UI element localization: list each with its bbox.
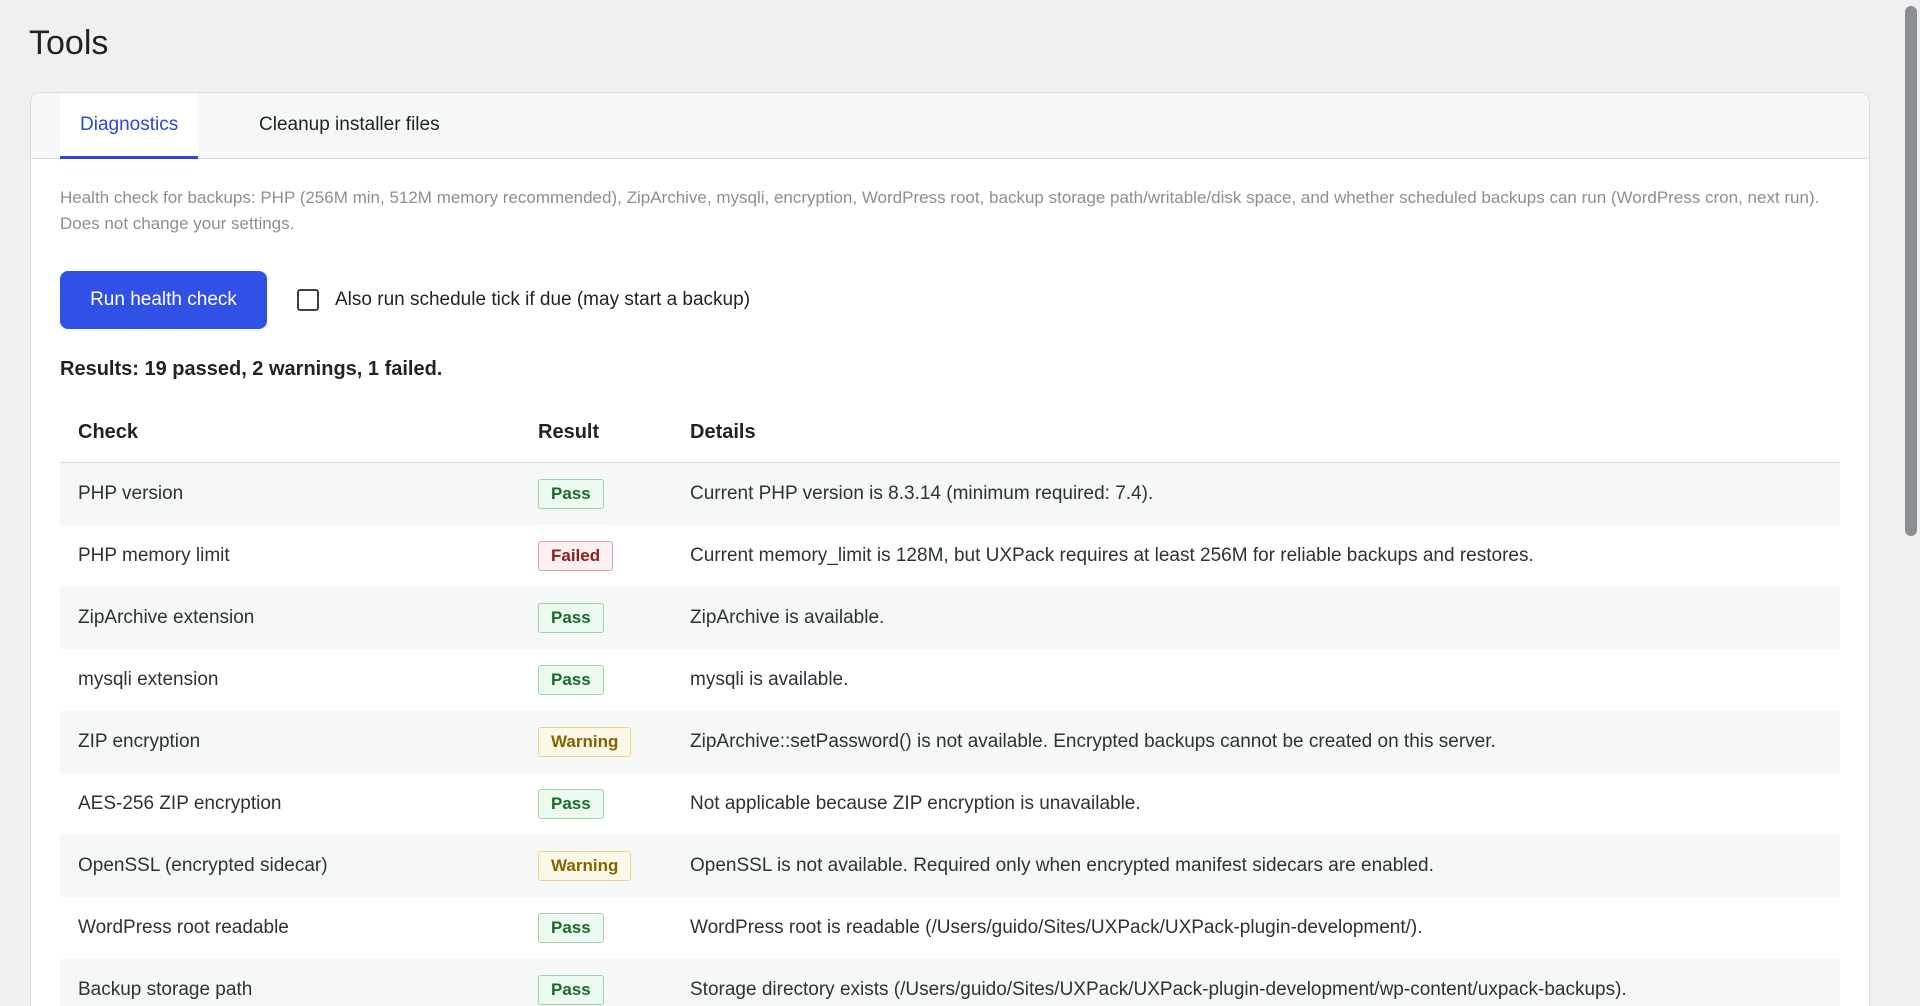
- table-row: OpenSSL (encrypted sidecar) Warning Open…: [60, 835, 1840, 897]
- row-details: OpenSSL is not available. Required only …: [690, 855, 1434, 876]
- row-check-name: WordPress root readable: [78, 917, 289, 938]
- table-row: WordPress root readable Pass WordPress r…: [60, 897, 1840, 959]
- status-badge: Pass: [538, 479, 604, 509]
- tab-diagnostics[interactable]: Diagnostics: [60, 93, 199, 159]
- row-check-name: PHP memory limit: [78, 545, 230, 566]
- table-row: ZipArchive extension Pass ZipArchive is …: [60, 587, 1840, 649]
- row-check-name: mysqli extension: [78, 669, 219, 690]
- tools-page: Tools Diagnostics Cleanup installer file…: [0, 0, 1920, 1006]
- tools-card: Diagnostics Cleanup installer files Heal…: [30, 92, 1870, 1006]
- schedule-tick-option[interactable]: Also run schedule tick if due (may start…: [297, 286, 750, 314]
- status-badge: Pass: [538, 913, 604, 943]
- table-row: PHP version Pass Current PHP version is …: [60, 463, 1840, 525]
- table-row: AES-256 ZIP encryption Pass Not applicab…: [60, 773, 1840, 835]
- row-details: ZipArchive::setPassword() is not availab…: [690, 731, 1496, 752]
- row-details: WordPress root is readable (/Users/guido…: [690, 917, 1423, 938]
- row-details: Current PHP version is 8.3.14 (minimum r…: [690, 483, 1154, 504]
- table-row: PHP memory limit Failed Current memory_l…: [60, 525, 1840, 587]
- schedule-tick-label[interactable]: Also run schedule tick if due (may start…: [335, 289, 750, 311]
- results-summary: Results: 19 passed, 2 warnings, 1 failed…: [60, 358, 443, 380]
- tab-cleanup-installer-files[interactable]: Cleanup installer files: [239, 93, 460, 158]
- table-row: ZIP encryption Warning ZipArchive::setPa…: [60, 711, 1840, 773]
- table-row: Backup storage path Pass Storage directo…: [60, 959, 1840, 1006]
- table-row: mysqli extension Pass mysqli is availabl…: [60, 649, 1840, 711]
- table-header: Check Result Details: [60, 401, 1840, 463]
- row-check-name: ZIP encryption: [78, 731, 201, 752]
- status-badge: Warning: [538, 727, 632, 757]
- row-details: ZipArchive is available.: [690, 607, 885, 628]
- row-details: Current memory_limit is 128M, but UXPack…: [690, 545, 1534, 566]
- row-check-name: Backup storage path: [78, 979, 253, 1000]
- header-details: Details: [690, 421, 756, 443]
- schedule-tick-checkbox[interactable]: [297, 289, 319, 311]
- status-badge: Pass: [538, 665, 604, 695]
- page-title: Tools: [29, 24, 109, 62]
- row-check-name: ZipArchive extension: [78, 607, 255, 628]
- run-health-check-button[interactable]: Run health check: [60, 271, 267, 329]
- diagnostics-table: Check Result Details PHP version Pass Cu…: [60, 401, 1840, 1006]
- status-badge: Pass: [538, 975, 604, 1005]
- row-details: Not applicable because ZIP encryption is…: [690, 793, 1141, 814]
- row-check-name: OpenSSL (encrypted sidecar): [78, 855, 328, 876]
- page-scrollbar[interactable]: [1902, 0, 1920, 1006]
- tab-bar: Diagnostics Cleanup installer files: [31, 93, 1869, 159]
- header-check: Check: [78, 421, 139, 443]
- row-details: mysqli is available.: [690, 669, 849, 690]
- status-badge: Pass: [538, 603, 604, 633]
- status-badge: Warning: [538, 851, 632, 881]
- status-badge: Pass: [538, 789, 604, 819]
- header-result: Result: [538, 421, 600, 443]
- row-details: Storage directory exists (/Users/guido/S…: [690, 979, 1627, 1000]
- scrollbar-thumb[interactable]: [1905, 6, 1917, 536]
- row-check-name: PHP version: [78, 483, 184, 504]
- status-badge: Failed: [538, 541, 614, 571]
- diagnostics-intro: Health check for backups: PHP (256M min,…: [60, 188, 1820, 233]
- row-check-name: AES-256 ZIP encryption: [78, 793, 282, 814]
